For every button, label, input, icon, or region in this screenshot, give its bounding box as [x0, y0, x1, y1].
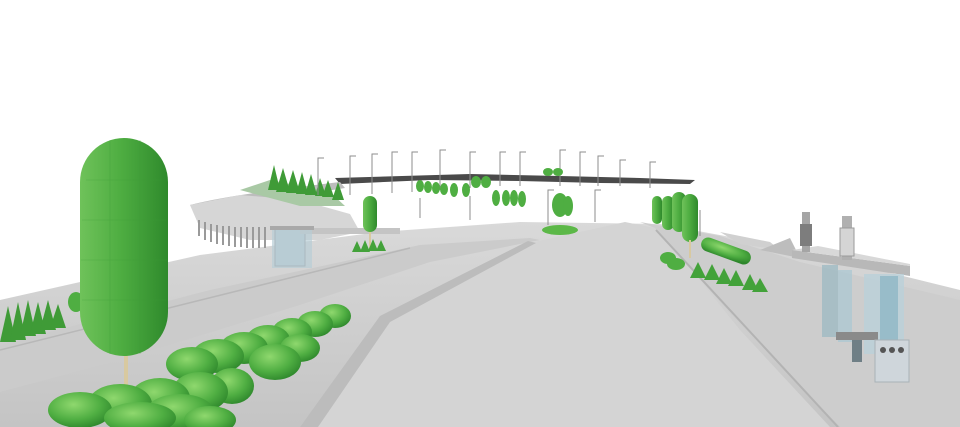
- roundabout-island: [542, 225, 578, 235]
- left-shelter: [270, 226, 314, 268]
- street-scene-render: [0, 0, 960, 427]
- waste-bin-icon: [874, 339, 910, 383]
